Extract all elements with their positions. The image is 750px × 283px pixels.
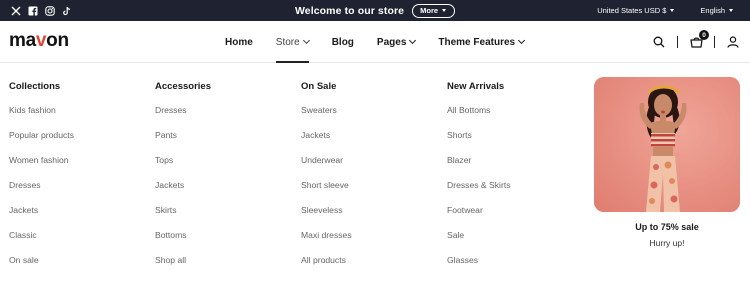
nav-blog[interactable]: Blog — [332, 21, 354, 63]
menu-link[interactable]: Short sleeve — [301, 180, 441, 205]
divider — [714, 36, 715, 48]
logo-text-end: on — [46, 30, 69, 51]
nav-home[interactable]: Home — [225, 21, 253, 63]
menu-link[interactable]: Popular products — [9, 130, 149, 155]
logo[interactable]: mavon — [9, 30, 69, 52]
nav-blog-label: Blog — [331, 36, 354, 48]
cart-count-badge: 0 — [699, 30, 709, 40]
menu-link[interactable]: Glasses — [447, 255, 587, 280]
menu-link[interactable]: Underwear — [301, 155, 441, 180]
menu-link[interactable]: Pants — [155, 130, 295, 155]
caret-down-icon — [729, 9, 733, 12]
menu-link[interactable]: Jackets — [301, 130, 441, 155]
menu-link[interactable]: Tops — [155, 155, 295, 180]
menu-link[interactable]: Jackets — [155, 180, 295, 205]
more-button-label: More — [420, 6, 439, 15]
column-title: New Arrivals — [447, 81, 505, 92]
search-icon[interactable] — [652, 35, 666, 49]
caret-down-icon — [670, 9, 675, 12]
chevron-down-icon — [518, 36, 526, 45]
more-button[interactable]: More — [412, 3, 456, 18]
nav-home-label: Home — [225, 36, 253, 48]
user-icon[interactable] — [726, 35, 740, 49]
chevron-down-icon — [409, 36, 417, 45]
language-selector[interactable]: English — [700, 6, 733, 15]
menu-link[interactable]: Dresses & Skirts — [447, 180, 587, 205]
menu-link[interactable]: Shop all — [155, 255, 295, 280]
locale-selectors: United States USD $ English — [597, 0, 733, 21]
header-actions: 0 — [652, 21, 740, 63]
main-nav: Home Store Blog Pages Theme Features — [225, 21, 547, 63]
nav-pages[interactable]: Pages — [376, 21, 417, 63]
menu-column-on-sale: On Sale Sweaters Jackets Underwear Short… — [301, 81, 441, 280]
announcement-text: Welcome to our store — [294, 4, 405, 17]
nav-theme-features[interactable]: Theme Features — [438, 21, 526, 63]
promo-model-illustration — [594, 77, 740, 212]
menu-link[interactable]: Kids fashion — [9, 105, 149, 130]
menu-column-new-arrivals: New Arrivals All Bottoms Shorts Blazer D… — [447, 81, 587, 280]
chevron-down-icon — [302, 36, 310, 45]
menu-link[interactable]: Blazer — [447, 155, 587, 180]
caret-down-icon — [442, 9, 447, 12]
logo-text-start: ma — [9, 30, 36, 51]
menu-column-collections: Collections Kids fashion Popular product… — [9, 81, 149, 280]
menu-link[interactable]: Sale — [447, 230, 587, 255]
store-mega-menu: Collections Kids fashion Popular product… — [0, 64, 750, 283]
menu-link[interactable]: Shorts — [447, 130, 587, 155]
divider — [677, 36, 678, 48]
column-title: On Sale — [301, 81, 337, 92]
menu-link[interactable]: Dresses — [155, 105, 295, 130]
menu-column-accessories: Accessories Dresses Pants Tops Jackets S… — [155, 81, 295, 280]
menu-link[interactable]: All Bottoms — [447, 105, 587, 130]
promo-title: Up to 75% sale — [635, 222, 699, 232]
nav-store[interactable]: Store — [275, 21, 310, 63]
menu-link[interactable]: Dresses — [9, 180, 149, 205]
menu-link[interactable]: Bottoms — [155, 230, 295, 255]
promo-image[interactable] — [594, 77, 740, 212]
site-header: mavon Home Store Blog Pages Theme Featur… — [0, 21, 750, 63]
menu-link[interactable]: Maxi dresses — [301, 230, 441, 255]
menu-link[interactable]: All products — [301, 255, 441, 280]
menu-link[interactable]: Jackets — [9, 205, 149, 230]
column-title: Accessories — [155, 81, 211, 92]
menu-link[interactable]: Sweaters — [301, 105, 441, 130]
menu-link[interactable]: Classic — [9, 230, 149, 255]
language-label: English — [700, 6, 725, 15]
currency-selector[interactable]: United States USD $ — [597, 6, 675, 15]
nav-pages-label: Pages — [376, 36, 407, 48]
promo-subtitle: Hurry up! — [649, 238, 685, 248]
logo-text-accent: v — [35, 30, 47, 51]
menu-link[interactable]: Sleeveless — [301, 205, 441, 230]
nav-store-label: Store — [275, 36, 300, 48]
menu-link[interactable]: Footwear — [447, 205, 587, 230]
menu-link[interactable]: Women fashion — [9, 155, 149, 180]
menu-link[interactable]: On sale — [9, 255, 149, 280]
cart-icon[interactable]: 0 — [689, 30, 709, 49]
currency-label: United States USD $ — [597, 6, 667, 15]
menu-link[interactable]: Skirts — [155, 205, 295, 230]
nav-theme-features-label: Theme Features — [438, 36, 516, 48]
announcement-bar: Welcome to our store More United States … — [0, 0, 750, 21]
column-title: Collections — [9, 81, 61, 92]
